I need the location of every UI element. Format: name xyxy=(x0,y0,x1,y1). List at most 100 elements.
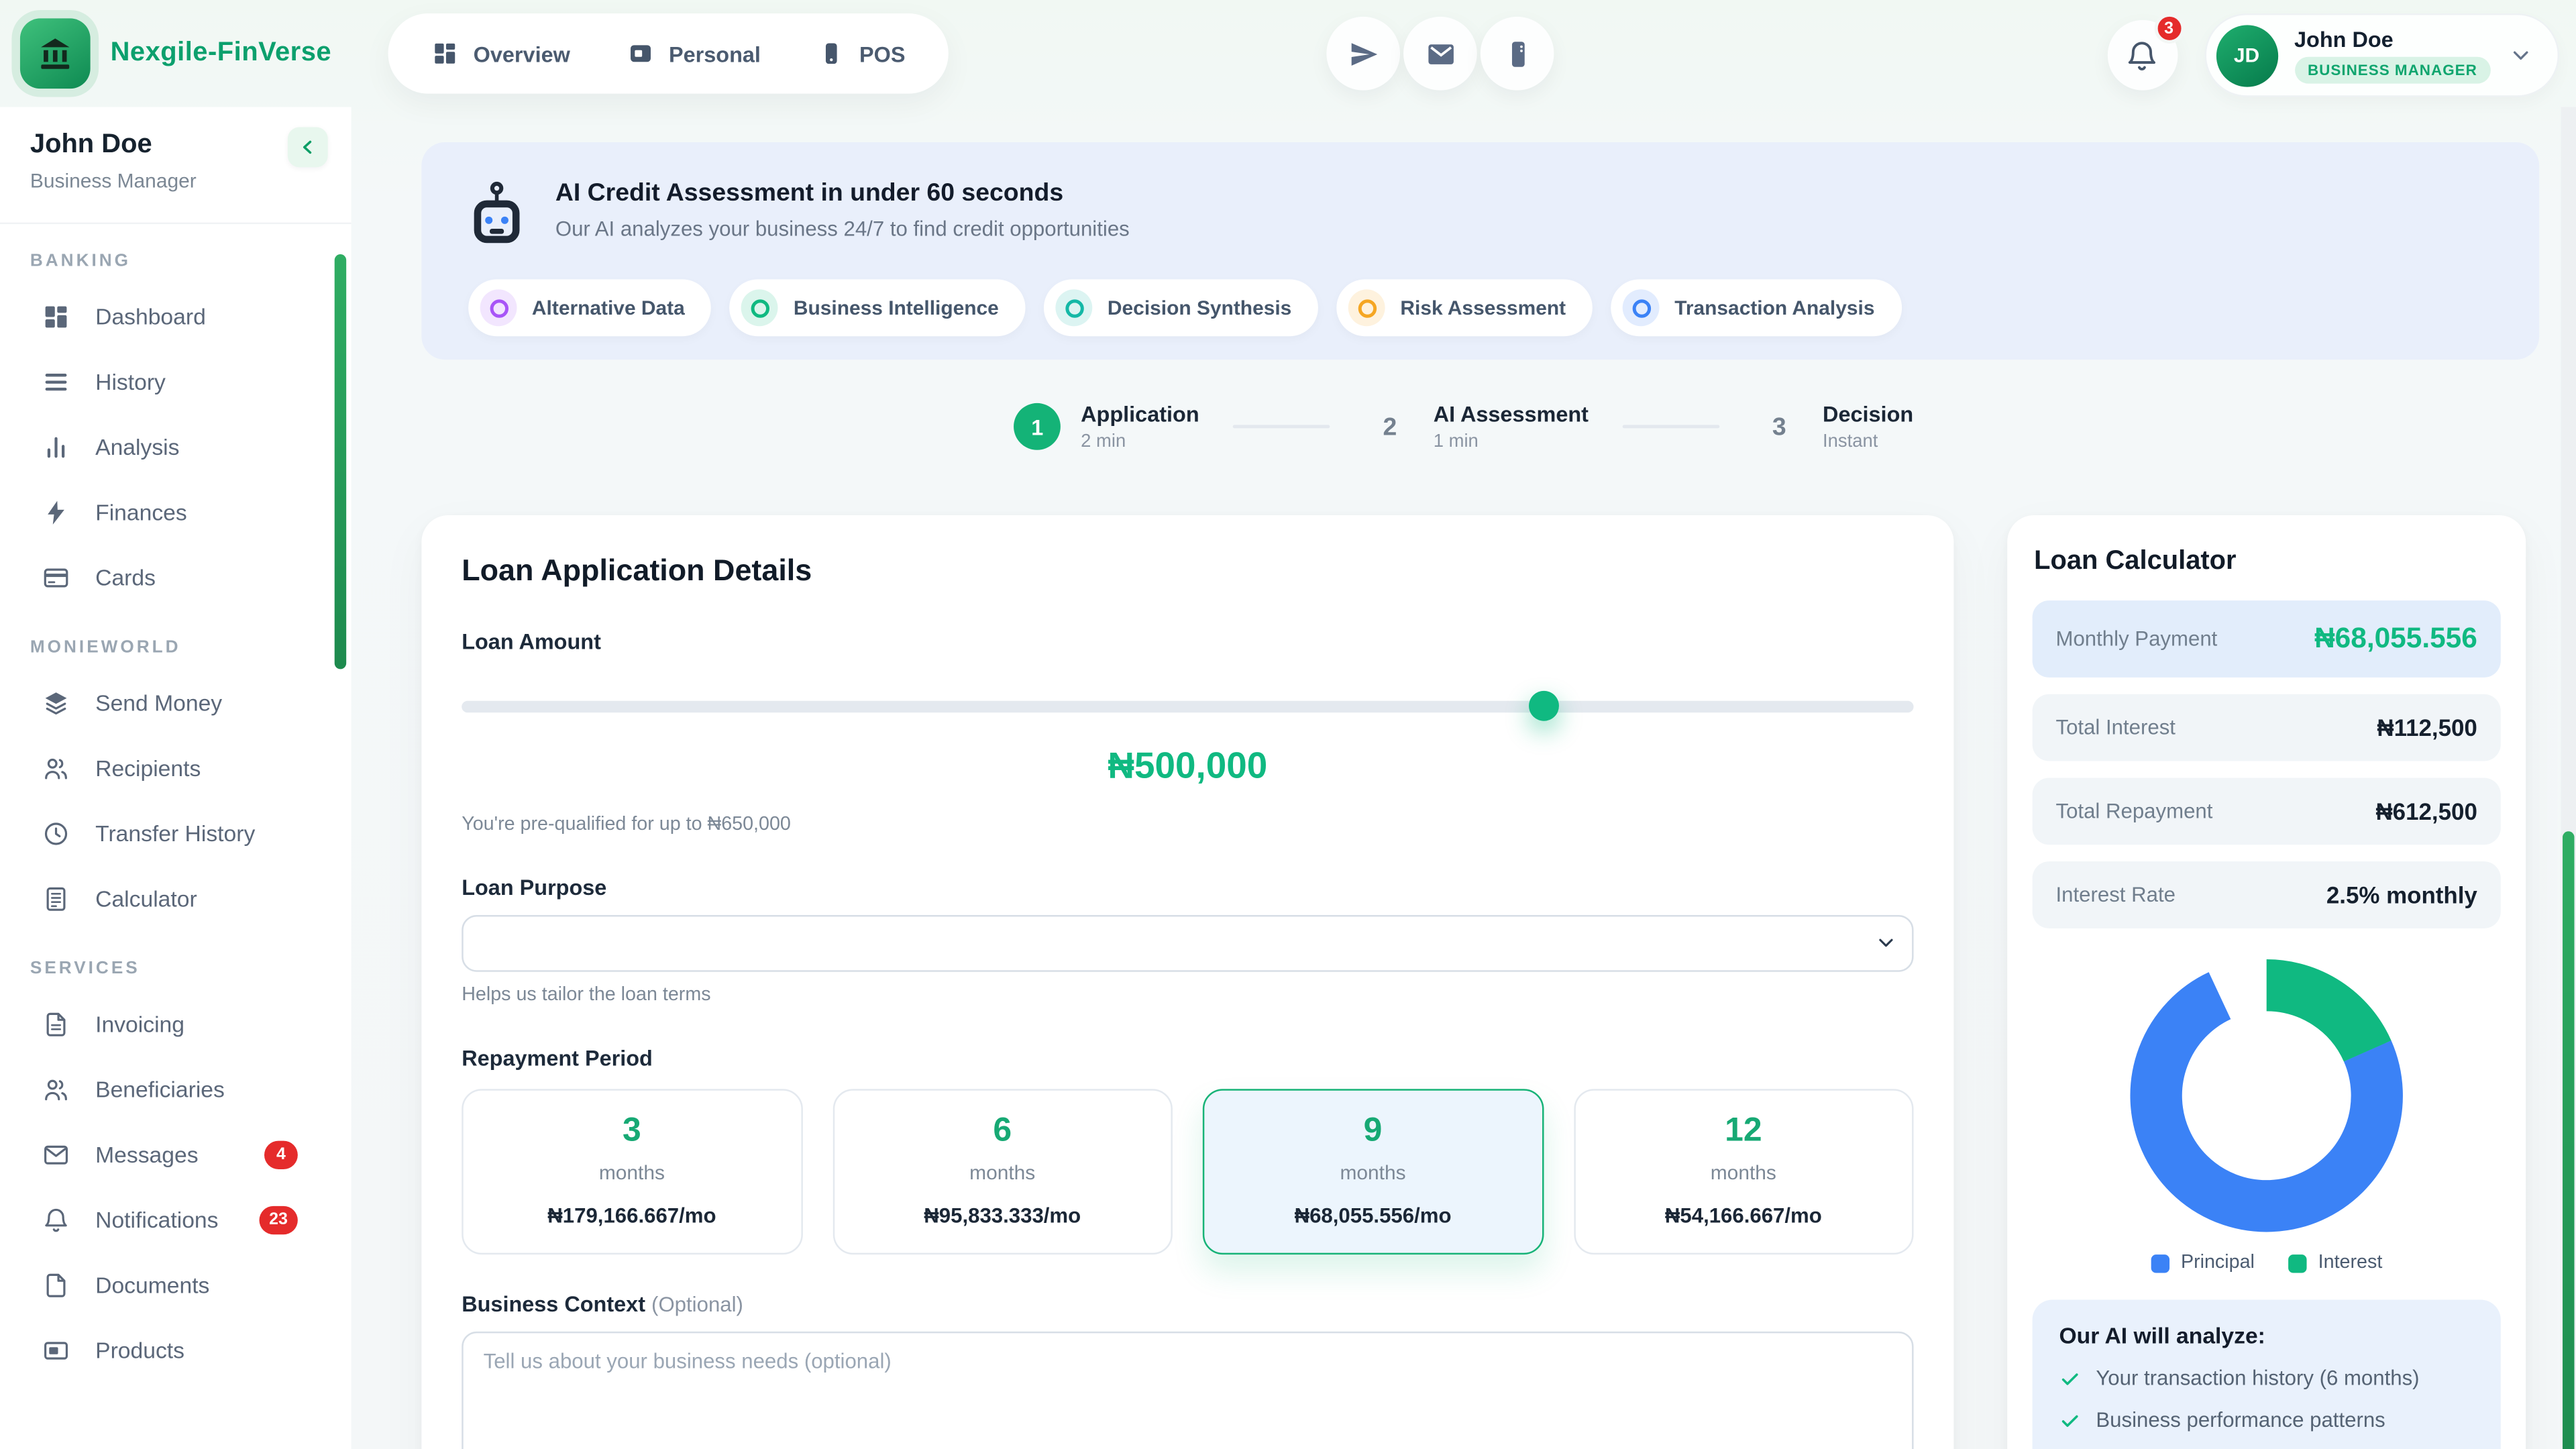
sidebar-item-label: Finances xyxy=(95,500,187,525)
step-label: AI Assessment xyxy=(1434,401,1589,426)
ring-icon xyxy=(1632,299,1650,317)
sidebar-item[interactable]: Dashboard xyxy=(0,284,352,350)
header-action-button[interactable] xyxy=(1403,17,1477,91)
chevron-down-icon xyxy=(2508,42,2534,68)
sidebar-item-label: History xyxy=(95,370,166,394)
header-right: 3 JD John Doe BUSINESS MANAGER xyxy=(2107,13,2559,97)
header-action-button[interactable] xyxy=(1481,17,1554,91)
ai-capability-pill[interactable]: Transaction Analysis xyxy=(1611,279,1901,336)
sidebar-item-label: Documents xyxy=(95,1273,209,1298)
header-action-button[interactable] xyxy=(1326,17,1400,91)
repayment-period-label: Repayment Period xyxy=(462,1045,1913,1070)
sidebar-item[interactable]: Finances xyxy=(0,480,352,545)
sidebar-item[interactable]: Cards xyxy=(0,545,352,610)
cards-icon xyxy=(42,564,70,592)
sidebar-item[interactable]: Recipients xyxy=(0,736,352,801)
page-scrollbar-thumb[interactable] xyxy=(2563,831,2574,1449)
sidebar: John Doe Business Manager BANKING Dashbo… xyxy=(0,107,352,1449)
sidebar-user-role: Business Manager xyxy=(30,169,352,193)
calculator-row: Total Repayment ₦612,500 xyxy=(2033,777,2501,845)
slider-thumb[interactable] xyxy=(1528,691,1558,721)
step-number: 3 xyxy=(1756,403,1803,450)
sidebar-item[interactable]: Analysis xyxy=(0,415,352,480)
sidebar-item-label: Messages xyxy=(95,1142,198,1167)
page-scrollbar[interactable] xyxy=(2561,107,2576,1449)
sidebar-section-label: SERVICES xyxy=(0,932,352,992)
loan-amount-label: Loan Amount xyxy=(462,629,1913,654)
business-context-textarea[interactable] xyxy=(462,1332,1913,1449)
ai-capability-pill[interactable]: Risk Assessment xyxy=(1337,279,1593,336)
sidebar-item-label: Dashboard xyxy=(95,305,206,329)
sidebar-collapse-button[interactable] xyxy=(288,127,328,168)
sidebar-item-label: Send Money xyxy=(95,691,222,716)
robot-icon xyxy=(468,179,525,246)
option-months: 6 xyxy=(841,1112,1164,1150)
option-months: 3 xyxy=(470,1112,794,1150)
sidebar-sections: BANKING Dashboard Histor xyxy=(0,224,352,1383)
loan-amount-slider[interactable] xyxy=(462,691,1913,721)
avatar: JD xyxy=(2216,24,2277,86)
calculator-title: Loan Calculator xyxy=(2034,547,2501,577)
loan-calculator-card: Loan Calculator Monthly Payment ₦68,055.… xyxy=(2007,515,2526,1449)
sidebar-item[interactable]: Calculator xyxy=(0,867,352,932)
ai-pill-label: Transaction Analysis xyxy=(1674,296,1874,319)
sidebar-item[interactable]: Messages 4 xyxy=(0,1122,352,1187)
loan-amount-value: ₦500,000 xyxy=(462,745,1913,788)
sidebar-item[interactable]: Documents xyxy=(0,1253,352,1318)
sidebar-item[interactable]: History xyxy=(0,350,352,415)
messages-icon xyxy=(42,1141,70,1169)
step-number: 1 xyxy=(1014,403,1061,450)
top-tab-label: POS xyxy=(859,41,905,66)
calc-row-label: Monthly Payment xyxy=(2056,627,2218,651)
top-tab[interactable]: Personal xyxy=(627,40,761,67)
top-tab-label: Overview xyxy=(474,41,570,66)
progress-step: 3 Decision Instant xyxy=(1756,401,1913,451)
header-quick-actions xyxy=(1326,17,1554,91)
top-tab-label: Personal xyxy=(669,41,761,66)
progress-steps: 1 Application 2 min 2 AI Assessment 1 mi… xyxy=(352,401,2576,451)
notifications-button[interactable]: 3 xyxy=(2107,20,2178,91)
repayment-option[interactable]: 12 months ₦54,166.667/mo xyxy=(1573,1089,1913,1254)
sidebar-item-label: Invoicing xyxy=(95,1012,184,1037)
calc-row-value: 2.5% monthly xyxy=(2326,881,2477,908)
sidebar-item[interactable]: Transfer History xyxy=(0,801,352,866)
legend-label: Principal xyxy=(2181,1253,2255,1273)
sidebar-item[interactable]: Notifications 23 xyxy=(0,1187,352,1252)
user-menu[interactable]: JD John Doe BUSINESS MANAGER xyxy=(2204,13,2559,97)
ai-banner: AI Credit Assessment in under 60 seconds… xyxy=(421,142,2539,360)
top-tab[interactable]: POS xyxy=(818,40,906,67)
top-tab[interactable]: Overview xyxy=(431,40,570,67)
ai-capability-pill[interactable]: Business Intelligence xyxy=(730,279,1026,336)
sidebar-item-label: Cards xyxy=(95,566,156,590)
repayment-option[interactable]: 6 months ₦95,833.333/mo xyxy=(833,1089,1173,1254)
sidebar-item[interactable]: Beneficiaries xyxy=(0,1057,352,1122)
option-monthly-amount: ₦179,166.667/mo xyxy=(470,1204,794,1228)
sidebar-item[interactable]: Products xyxy=(0,1318,352,1383)
check-icon xyxy=(2059,1409,2080,1431)
repayment-option[interactable]: 9 months ₦68,055.556/mo xyxy=(1203,1089,1543,1254)
ai-capability-pills: Alternative Data Business Intelligence xyxy=(468,279,2492,336)
repayment-option[interactable]: 3 months ₦179,166.667/mo xyxy=(462,1089,802,1254)
ring-icon xyxy=(489,299,507,317)
sidebar-item[interactable]: Send Money xyxy=(0,671,352,736)
sidebar-scrollbar-thumb[interactable] xyxy=(335,254,346,669)
device-icon xyxy=(1501,38,1533,69)
ai-capability-pill[interactable]: Decision Synthesis xyxy=(1044,279,1318,336)
app-root: Nexgile-FinVerse Overview Personal POS xyxy=(0,0,2576,1449)
send-money-icon xyxy=(42,689,70,717)
ai-analyze-item: Your transaction history (6 months) xyxy=(2059,1366,2473,1390)
slider-track[interactable] xyxy=(462,701,1913,712)
sidebar-section: BANKING Dashboard Histor xyxy=(0,224,352,610)
sidebar-item[interactable]: Invoicing xyxy=(0,992,352,1057)
step-connector xyxy=(1233,425,1330,428)
user-name: John Doe xyxy=(2294,27,2491,52)
mail-solid-icon xyxy=(1424,38,1456,69)
option-months: 9 xyxy=(1211,1112,1534,1150)
legend-label: Interest xyxy=(2318,1253,2383,1273)
ai-capability-pill[interactable]: Alternative Data xyxy=(468,279,711,336)
bank-logo-icon xyxy=(20,18,91,89)
ai-analyze-title: Our AI will analyze: xyxy=(2059,1323,2473,1348)
loan-application-card: Loan Application Details Loan Amount ₦50… xyxy=(421,515,1953,1449)
sidebar-item-badge: 4 xyxy=(264,1141,298,1169)
loan-purpose-select[interactable] xyxy=(462,915,1913,972)
